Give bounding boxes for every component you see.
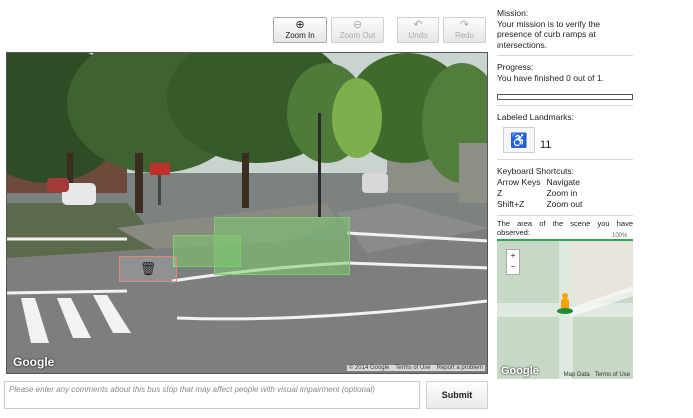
zoom-in-icon: ⊕ [295, 19, 305, 31]
minimap-zoom-control[interactable]: + − [506, 249, 520, 275]
progress-heading: Progress: [497, 62, 534, 72]
street-scene [7, 53, 487, 373]
shortcut-key: Z [497, 187, 503, 198]
redo-icon: ↷ [459, 19, 470, 31]
minimap-terms-link[interactable]: Terms of Use [595, 372, 630, 378]
curb-ramp-icon: ♿ [503, 127, 535, 153]
divider [497, 55, 633, 56]
minimap-map-data: Map Data [563, 372, 590, 378]
zoom-in-button[interactable]: ⊕ Zoom In [273, 17, 327, 43]
selected-label[interactable]: 🗑 [119, 256, 177, 282]
curb-ramp-label-small[interactable] [173, 235, 241, 267]
pano-attribution: © 2014 Google Terms of Use Report a prob… [346, 365, 485, 371]
pano-copyright: © 2014 Google [348, 365, 390, 371]
shortcut-action: Navigate [546, 176, 581, 187]
shortcut-row: Z Zoom in [497, 188, 588, 199]
shortcut-row: Shift+Z Zoom out [497, 199, 588, 210]
minimap[interactable]: + − Google Map Data Terms of Use [497, 241, 633, 379]
shortcut-action: Zoom out [546, 198, 583, 209]
landmark-count: 11 [540, 139, 552, 151]
redo-label: Redo [454, 31, 475, 40]
street-view-panorama[interactable]: 🗑 Google © 2014 Google Terms of Use Repo… [6, 52, 488, 374]
divider [497, 159, 633, 160]
mission-text: Your mission is to verify the presence o… [497, 18, 601, 50]
minimap-attribution: Map Data Terms of Use [564, 372, 630, 378]
undo-icon: ↶ [413, 19, 423, 31]
shortcut-key: Arrow Keys [497, 176, 541, 187]
pano-terms-link[interactable]: Terms of Use [395, 365, 430, 371]
progress-section: Progress: You have finished 0 out of 1. [497, 62, 633, 83]
mission-section: Mission: Your mission is to verify the p… [497, 8, 633, 50]
pegman-icon [557, 293, 573, 315]
progress-text: You have finished 0 out of 1. [497, 72, 604, 83]
divider [497, 105, 633, 106]
comment-input[interactable] [4, 381, 420, 409]
submit-button[interactable]: Submit [426, 381, 488, 409]
trash-icon[interactable]: 🗑 [140, 261, 157, 277]
redo-button[interactable]: ↷ Redo [443, 17, 486, 43]
shortcuts-heading: Keyboard Shortcuts: [497, 166, 575, 176]
undo-label: Undo [408, 31, 428, 40]
shortcut-action: Zoom in [546, 187, 578, 198]
mission-heading: Mission: [497, 8, 529, 18]
zoom-out-label: Zoom Out [339, 31, 376, 40]
google-logo: Google [13, 355, 55, 369]
landmarks-section: Labeled Landmarks: [497, 112, 633, 123]
shortcut-row: Arrow Keys Navigate [497, 177, 588, 188]
landmarks-heading: Labeled Landmarks: [497, 112, 575, 122]
zoom-out-icon: ⊖ [352, 19, 363, 31]
shortcuts-section: Keyboard Shortcuts: Arrow Keys Navigate Z… [497, 166, 633, 210]
divider [497, 215, 633, 216]
pano-report-link[interactable]: Report a problem [437, 365, 483, 371]
progress-bar [497, 94, 633, 100]
undo-button[interactable]: ↶ Undo [397, 17, 439, 43]
shortcut-key: Shift+Z [497, 198, 525, 209]
minimap-google-logo: Google [501, 365, 539, 377]
zoom-out-button[interactable]: ⊖ Zoom Out [331, 17, 384, 43]
zoom-in-label: Zoom In [285, 31, 315, 40]
shortcuts-table: Arrow Keys Navigate Z Zoom in Shift+Z Zoom … [497, 177, 588, 210]
